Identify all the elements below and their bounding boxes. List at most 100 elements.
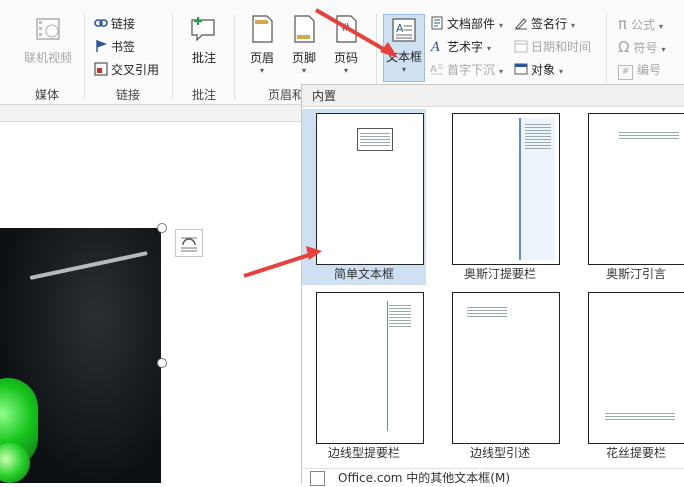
group-label-comments: 批注 xyxy=(191,88,216,102)
chevron-down-icon: ▾ xyxy=(571,21,576,30)
resize-handle-middle-right[interactable] xyxy=(157,358,167,368)
inserted-picture[interactable] xyxy=(0,228,161,483)
cross-reference-label: 交叉引用 xyxy=(111,63,160,77)
object-button[interactable]: 对象 ▾ xyxy=(514,60,563,80)
separator xyxy=(172,14,173,100)
chevron-down-icon: ▾ xyxy=(499,67,504,76)
header-button[interactable]: 页眉 ▾ xyxy=(243,14,281,76)
gallery-item-austin-quote[interactable]: 奥斯汀引言 xyxy=(574,109,684,285)
pi-icon: π xyxy=(618,15,628,33)
cross-reference-icon xyxy=(94,62,108,76)
number-sign-icon: # xyxy=(618,65,633,80)
resize-handle-top-right[interactable] xyxy=(157,223,167,233)
header-page-icon xyxy=(252,15,273,43)
footer-label: 页脚 xyxy=(291,51,316,65)
footer-button[interactable]: 页脚 ▾ xyxy=(285,14,323,76)
office-online-icon xyxy=(310,471,325,486)
drop-cap-label: 首字下沉 xyxy=(447,63,496,77)
calendar-icon xyxy=(514,40,528,53)
more-textboxes-online-link[interactable]: Office.com 中的其他文本框(M) xyxy=(302,468,684,486)
layout-options-icon xyxy=(181,237,197,252)
signature-pen-icon xyxy=(515,18,527,30)
object-label: 对象 xyxy=(531,63,556,77)
gallery-item-edge-quote[interactable]: 边线型引述 xyxy=(438,288,562,464)
textbox-icon: A xyxy=(392,18,416,42)
chevron-down-icon: ▾ xyxy=(659,22,664,31)
svg-text:A: A xyxy=(430,64,437,75)
drop-cap-icon: A xyxy=(430,64,443,75)
gallery-item-simple-textbox[interactable]: 简单文本框 xyxy=(302,109,426,285)
equation-label: 公式 xyxy=(631,18,656,32)
bookmark-button[interactable]: 书签 xyxy=(94,37,135,57)
gallery-section-header: 内置 xyxy=(302,85,684,107)
gallery-item-label: 奥斯汀提要栏 xyxy=(463,267,536,281)
signature-line-label: 签名行 xyxy=(531,17,568,31)
picture-detail xyxy=(29,251,148,280)
gallery-item-label: 花丝提要栏 xyxy=(605,446,666,460)
thumbnail xyxy=(316,292,424,444)
quick-parts-button[interactable]: 文档部件 ▾ xyxy=(430,14,503,34)
textbox-button[interactable]: A 文本框 ▾ xyxy=(383,14,425,82)
object-icon xyxy=(514,63,528,75)
equation-button[interactable]: π 公式 ▾ xyxy=(618,14,663,34)
quick-parts-label: 文档部件 xyxy=(447,17,496,31)
gallery-item-filigree-sidebar[interactable]: 花丝提要栏 xyxy=(574,288,684,464)
date-time-label: 日期和时间 xyxy=(531,40,592,54)
group-label-links: 链接 xyxy=(115,88,140,102)
page-number-button[interactable]: # 页码 ▾ xyxy=(327,14,365,76)
symbol-button[interactable]: Ω 符号 ▾ xyxy=(618,37,666,57)
bookmark-flag-icon xyxy=(96,40,107,52)
header-label: 页眉 xyxy=(249,51,274,65)
thumbnail xyxy=(316,113,424,265)
number-button[interactable]: # 编号 xyxy=(618,60,661,80)
thumbnail xyxy=(588,292,684,444)
link-label: 链接 xyxy=(111,17,136,31)
group-label-media: 媒体 xyxy=(34,88,59,102)
thumbnail xyxy=(588,113,684,265)
chevron-down-icon: ▾ xyxy=(499,21,504,30)
quick-parts-icon xyxy=(431,16,443,30)
wordart-label: 艺术字 xyxy=(447,40,484,54)
gallery-item-label: 奥斯汀引言 xyxy=(605,267,666,281)
gallery-item-edge-sidebar[interactable]: 边线型提要栏 xyxy=(302,288,426,464)
comment-label: 批注 xyxy=(191,51,216,65)
online-video-label: 联机视频 xyxy=(23,51,72,65)
textbox-gallery: 内置 简单文本框 奥斯汀提要栏 奥斯汀引言 边线型提要栏 边线型引述 花丝提要栏… xyxy=(301,84,684,486)
link-button[interactable]: 链接 xyxy=(94,14,135,34)
gallery-item-label: 边线型提要栏 xyxy=(327,446,400,460)
signature-line-button[interactable]: 签名行 ▾ xyxy=(514,14,575,34)
separator xyxy=(84,14,85,100)
chevron-down-icon: ▾ xyxy=(301,66,306,75)
wordart-icon: A xyxy=(430,40,440,53)
wordart-button[interactable]: A 艺术字 ▾ xyxy=(430,37,491,57)
svg-text:A: A xyxy=(430,40,440,53)
gallery-item-label: 简单文本框 xyxy=(333,267,394,281)
textbox-label: 文本框 xyxy=(385,50,422,64)
drop-cap-button[interactable]: A 首字下沉 ▾ xyxy=(430,60,503,80)
chevron-down-icon: ▾ xyxy=(559,67,564,76)
gallery-item-austin-sidebar[interactable]: 奥斯汀提要栏 xyxy=(438,109,562,285)
separator xyxy=(234,14,235,100)
symbol-label: 符号 xyxy=(633,41,658,55)
chevron-down-icon: ▾ xyxy=(343,66,348,75)
number-label: 编号 xyxy=(637,63,662,77)
bookmark-label: 书签 xyxy=(111,40,136,54)
footer-page-icon xyxy=(294,15,315,43)
page-number-label: 页码 xyxy=(333,51,358,65)
layout-options-button[interactable] xyxy=(175,229,203,257)
chain-link-icon xyxy=(94,19,108,27)
thumbnail xyxy=(452,113,560,265)
date-time-button[interactable]: 日期和时间 xyxy=(514,37,591,57)
thumbnail xyxy=(452,292,560,444)
chevron-down-icon: ▾ xyxy=(259,66,264,75)
svg-text:#: # xyxy=(341,21,350,34)
svg-text:A: A xyxy=(396,22,404,35)
film-icon xyxy=(36,18,60,40)
page-number-icon: # xyxy=(336,15,357,43)
online-video-button[interactable]: 联机视频 xyxy=(20,14,76,66)
gallery-item-label: 边线型引述 xyxy=(469,446,530,460)
comment-button[interactable]: 批注 xyxy=(182,14,226,66)
omega-icon: Ω xyxy=(618,38,630,56)
cross-reference-button[interactable]: 交叉引用 xyxy=(94,60,159,80)
chevron-down-icon: ▾ xyxy=(661,45,666,54)
